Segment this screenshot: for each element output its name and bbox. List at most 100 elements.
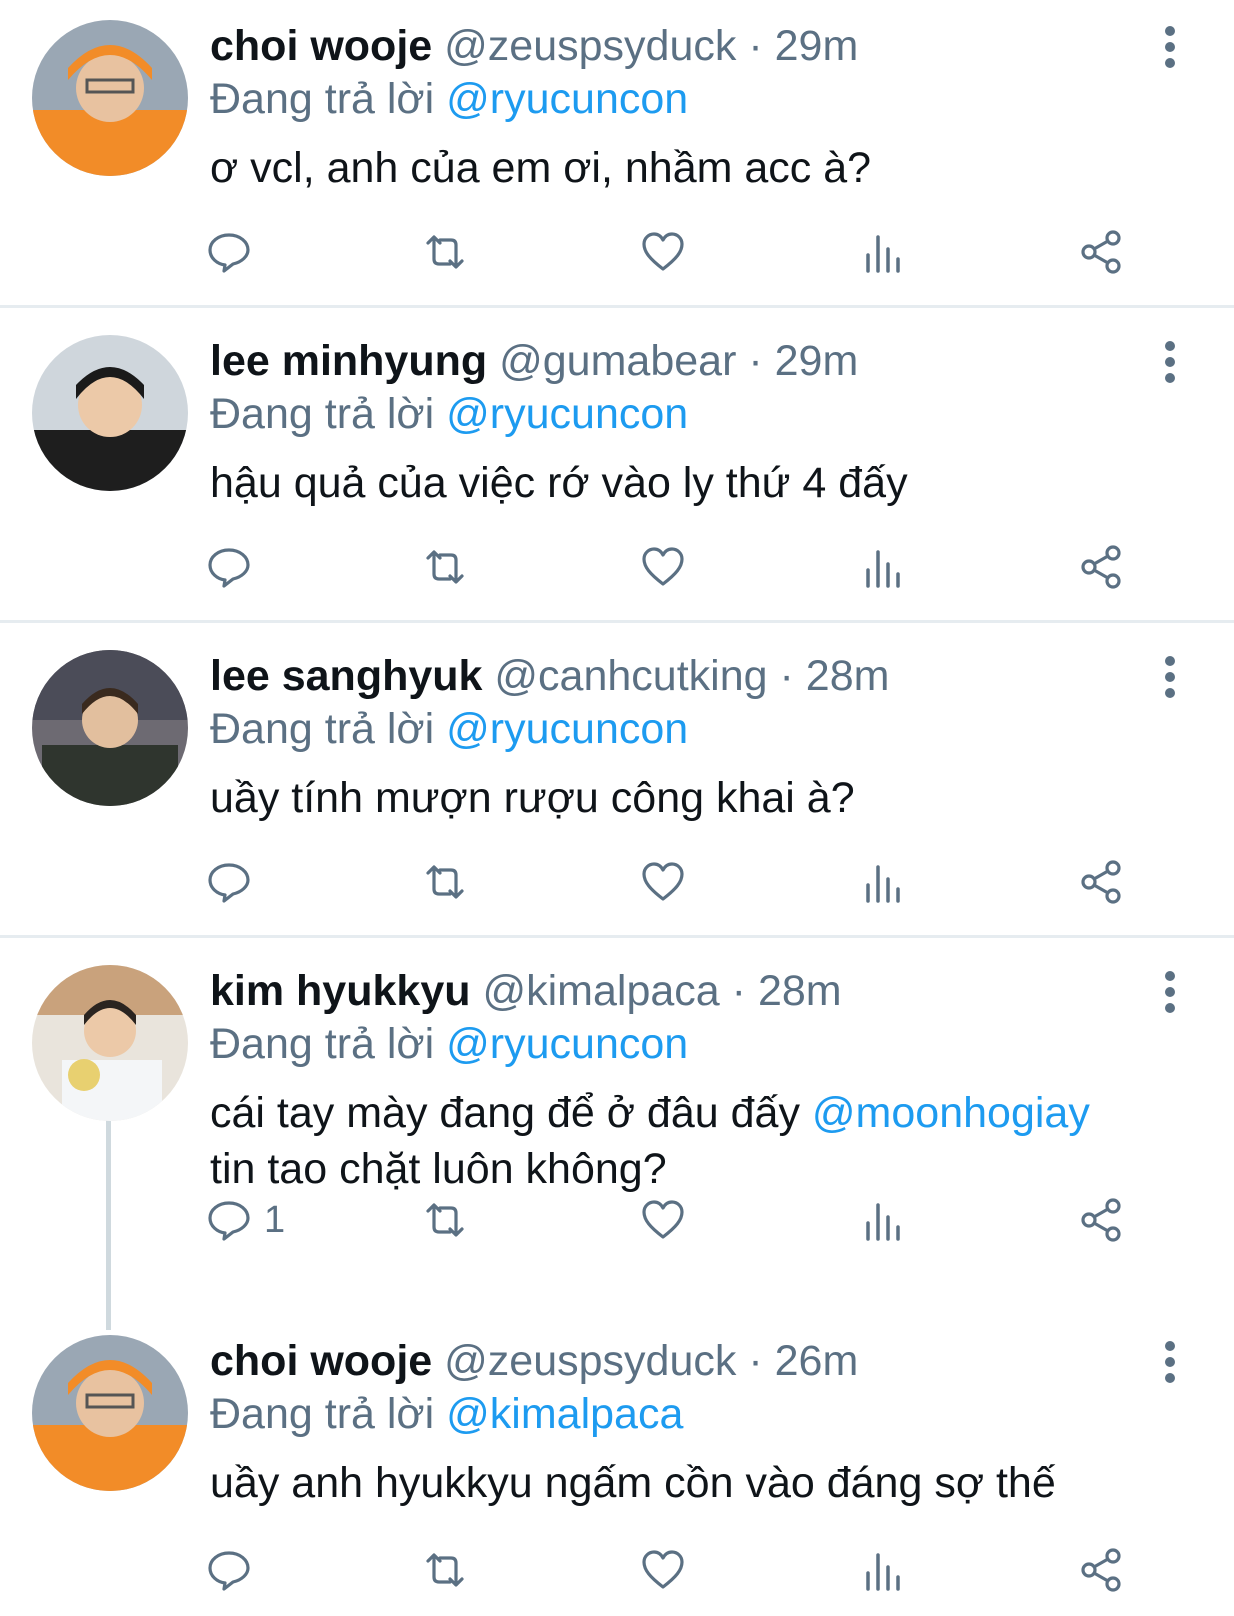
reply-button[interactable]: 1 [206,1190,285,1250]
retweet-icon [426,550,464,584]
retweet-icon [426,865,464,899]
reply-count: 1 [264,1198,286,1241]
user-handle[interactable]: @canhcutking [494,652,767,700]
tweet-text: uầy anh hyukkyu ngấm cồn vào đáng sợ thế [210,1455,1190,1511]
more-options-button[interactable] [1156,969,1186,1019]
retweet-button[interactable] [422,852,468,912]
like-button[interactable] [640,222,686,282]
tweet-header: choi wooje @zeuspsyduck · 29m [210,20,858,72]
tweet-text: cái tay mày đang để ở đâu đấy @moonhogia… [210,1085,1190,1197]
share-icon [1081,1548,1121,1592]
separator-dot: · [748,337,763,385]
replying-to: Đang trả lời @ryucuncon [210,388,688,440]
like-button[interactable] [640,1190,686,1250]
more-options-button[interactable] [1156,1339,1186,1389]
like-button[interactable] [640,537,686,597]
reply-icon [208,1201,250,1241]
timestamp[interactable]: 26m [775,1337,859,1385]
reply-button[interactable] [206,222,264,282]
body-mention-link[interactable]: @moonhogiay [812,1089,1090,1137]
reply-mention-link[interactable]: @kimalpaca [446,1390,683,1438]
like-button[interactable] [640,852,686,912]
display-name[interactable]: kim hyukkyu [210,967,471,1015]
views-button[interactable] [860,537,906,597]
share-icon [1081,545,1121,589]
more-options-button[interactable] [1156,24,1186,74]
views-button[interactable] [860,1190,906,1250]
more-icon [1165,341,1175,351]
reply-icon [208,1551,250,1591]
user-handle[interactable]: @zeuspsyduck [444,1337,736,1385]
like-icon [642,547,684,586]
retweet-icon [426,1203,464,1237]
separator-dot: · [779,652,794,700]
display-name[interactable]: lee minhyung [210,337,487,385]
tweet-text-continued: tin tao chặt luôn không? [210,1145,667,1193]
avatar[interactable] [32,650,188,806]
separator-dot: · [748,22,763,70]
share-button[interactable] [1078,222,1124,282]
share-button[interactable] [1078,852,1124,912]
reply-mention-link[interactable]: @ryucuncon [446,1020,688,1068]
tweet-4[interactable]: kim hyukkyu @kimalpaca · 28m Đang trả lờ… [0,945,1234,1315]
views-button[interactable] [860,1540,906,1600]
display-name[interactable]: lee sanghyuk [210,652,482,700]
views-icon [866,865,900,903]
tweet-header: lee sanghyuk @canhcutking · 28m [210,650,889,702]
like-icon [642,1200,684,1239]
tweet-text-main: hậu quả của việc rớ vào ly thứ 4 đấy [210,459,908,507]
reply-prefix: Đang trả lời [210,705,435,753]
user-handle[interactable]: @gumabear [499,337,736,385]
timestamp[interactable]: 29m [775,337,859,385]
reply-mention-link[interactable]: @ryucuncon [446,390,688,438]
like-icon [642,232,684,271]
retweet-icon [426,1553,464,1587]
views-button[interactable] [860,852,906,912]
avatar[interactable] [32,20,188,176]
avatar[interactable] [32,335,188,491]
user-handle[interactable]: @zeuspsyduck [444,22,736,70]
tweet-actions [0,1540,1234,1600]
share-button[interactable] [1078,1540,1124,1600]
divider [0,305,1234,308]
tweet-header: choi wooje @zeuspsyduck · 26m [210,1335,858,1387]
timestamp[interactable]: 29m [775,22,859,70]
reply-mention-link[interactable]: @ryucuncon [446,75,688,123]
share-button[interactable] [1078,1190,1124,1250]
avatar[interactable] [32,1335,188,1491]
timestamp[interactable]: 28m [806,652,890,700]
reply-button[interactable] [206,852,264,912]
share-button[interactable] [1078,537,1124,597]
tweet-2[interactable]: lee minhyung @gumabear · 29m Đang trả lờ… [0,315,1234,615]
tweet-actions [0,537,1234,597]
retweet-button[interactable] [422,1190,468,1250]
tweet-5[interactable]: choi wooje @zeuspsyduck · 26m Đang trả l… [0,1315,1234,1615]
tweet-1[interactable]: choi wooje @zeuspsyduck · 29m Đang trả l… [0,0,1234,300]
more-options-button[interactable] [1156,654,1186,704]
share-icon [1081,860,1121,904]
like-button[interactable] [640,1540,686,1600]
reply-button[interactable] [206,1540,264,1600]
tweet-actions [0,222,1234,282]
display-name[interactable]: choi wooje [210,1337,432,1385]
tweet-text: uầy tính mượn rượu công khai à? [210,770,1190,826]
tweet-header: lee minhyung @gumabear · 29m [210,335,858,387]
timestamp[interactable]: 28m [758,967,842,1015]
reply-prefix: Đang trả lời [210,75,435,123]
more-options-button[interactable] [1156,339,1186,389]
display-name[interactable]: choi wooje [210,22,432,70]
reply-button[interactable] [206,537,264,597]
avatar[interactable] [32,965,188,1121]
more-icon [1165,1341,1175,1351]
views-button[interactable] [860,222,906,282]
more-icon [1165,26,1175,36]
reply-mention-link[interactable]: @ryucuncon [446,705,688,753]
retweet-button[interactable] [422,222,468,282]
more-icon [1165,656,1175,666]
retweet-button[interactable] [422,537,468,597]
retweet-button[interactable] [422,1540,468,1600]
views-icon [866,1553,900,1591]
views-icon [866,1203,900,1241]
user-handle[interactable]: @kimalpaca [482,967,719,1015]
tweet-3[interactable]: lee sanghyuk @canhcutking · 28m Đang trả… [0,630,1234,930]
